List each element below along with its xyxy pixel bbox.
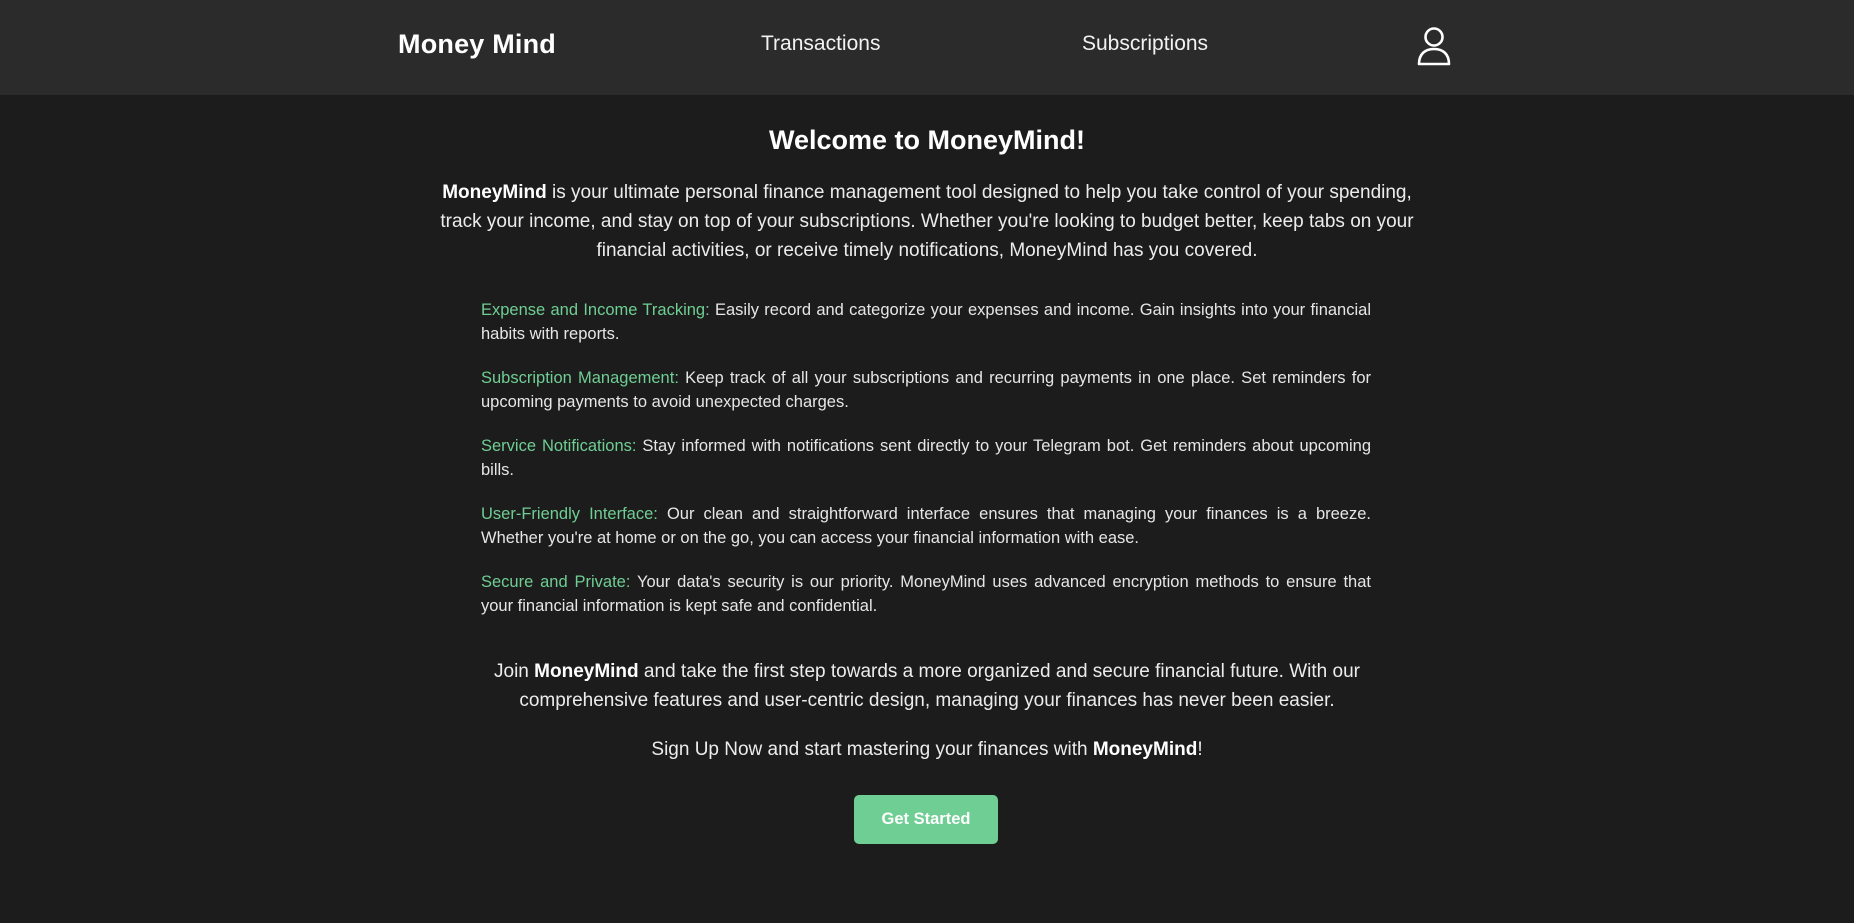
outro-paragraph: Join MoneyMind and take the first step t… [427,657,1427,715]
intro-paragraph: MoneyMind is your ultimate personal fina… [427,178,1427,265]
feature-title: User-Friendly Interface: [481,505,658,523]
outro-text: and take the first step towards a more o… [519,661,1360,711]
outro-brand: MoneyMind [534,661,639,682]
feature-title: Expense and Income Tracking: [481,301,710,319]
nav-link-subscriptions[interactable]: Subscriptions [1082,32,1208,56]
page-title: Welcome to MoneyMind! [768,125,1085,155]
outro-prefix: Join [494,661,535,682]
user-icon [1417,27,1451,66]
feature-title: Secure and Private: [481,573,631,591]
feature-title: Service Notifications: [481,437,637,455]
feature-list: Expense and Income Tracking: Easily reco… [481,298,1371,638]
nav-link-transactions[interactable]: Transactions [761,32,880,56]
navbar: Money Mind Transactions Subscriptions [0,0,1854,95]
signup-brand: MoneyMind [1092,739,1198,760]
feature-item: Subscription Management: Keep track of a… [481,366,1371,414]
signup-prefix: Sign Up Now and start mastering your fin… [651,739,1093,760]
feature-item: Secure and Private: Your data's security… [481,570,1371,618]
signup-suffix: ! [1197,739,1203,760]
intro-text: is your ultimate personal finance manage… [440,182,1414,261]
feature-item: User-Friendly Interface: Our clean and s… [481,502,1371,550]
feature-title: Subscription Management: [481,369,679,387]
profile-button[interactable] [1416,26,1452,66]
brand-logo-text[interactable]: Money Mind [398,29,556,60]
get-started-button[interactable]: Get Started [854,795,998,844]
feature-item: Service Notifications: Stay informed wit… [481,434,1371,482]
intro-brand: MoneyMind [442,182,547,203]
feature-item: Expense and Income Tracking: Easily reco… [481,298,1371,346]
signup-paragraph: Sign Up Now and start mastering your fin… [0,735,1854,764]
